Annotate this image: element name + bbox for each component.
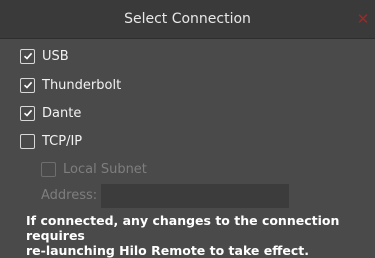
address-input[interactable]: [101, 184, 289, 208]
close-icon[interactable]: ✕: [355, 10, 371, 28]
checkmark-icon: [23, 52, 32, 60]
thunderbolt-option[interactable]: Thunderbolt: [20, 74, 121, 96]
thunderbolt-checkbox[interactable]: [20, 77, 35, 93]
restart-note: If connected, any changes to the connect…: [26, 213, 340, 258]
address-label: Address:: [41, 188, 98, 203]
local-subnet-checkbox[interactable]: [41, 161, 56, 177]
dante-label: Dante: [42, 105, 82, 121]
thunderbolt-label: Thunderbolt: [42, 77, 122, 93]
select-connection-dialog: Select Connection ✕ USB Thunderbolt Dant…: [0, 0, 375, 258]
checkmark-icon: [23, 81, 32, 89]
title-bar: Select Connection ✕: [0, 0, 375, 39]
usb-option[interactable]: USB: [20, 45, 69, 67]
dante-checkbox[interactable]: [20, 105, 35, 121]
local-subnet-option[interactable]: Local Subnet: [41, 158, 147, 180]
usb-checkbox[interactable]: [20, 48, 35, 64]
local-subnet-label: Local Subnet: [63, 161, 147, 177]
dialog-title: Select Connection: [124, 11, 251, 27]
tcpip-option[interactable]: TCP/IP: [20, 130, 82, 152]
tcpip-checkbox[interactable]: [20, 133, 35, 149]
tcpip-label: TCP/IP: [42, 133, 83, 149]
dante-option[interactable]: Dante: [20, 102, 81, 124]
checkmark-icon: [23, 109, 32, 117]
usb-label: USB: [42, 48, 69, 64]
